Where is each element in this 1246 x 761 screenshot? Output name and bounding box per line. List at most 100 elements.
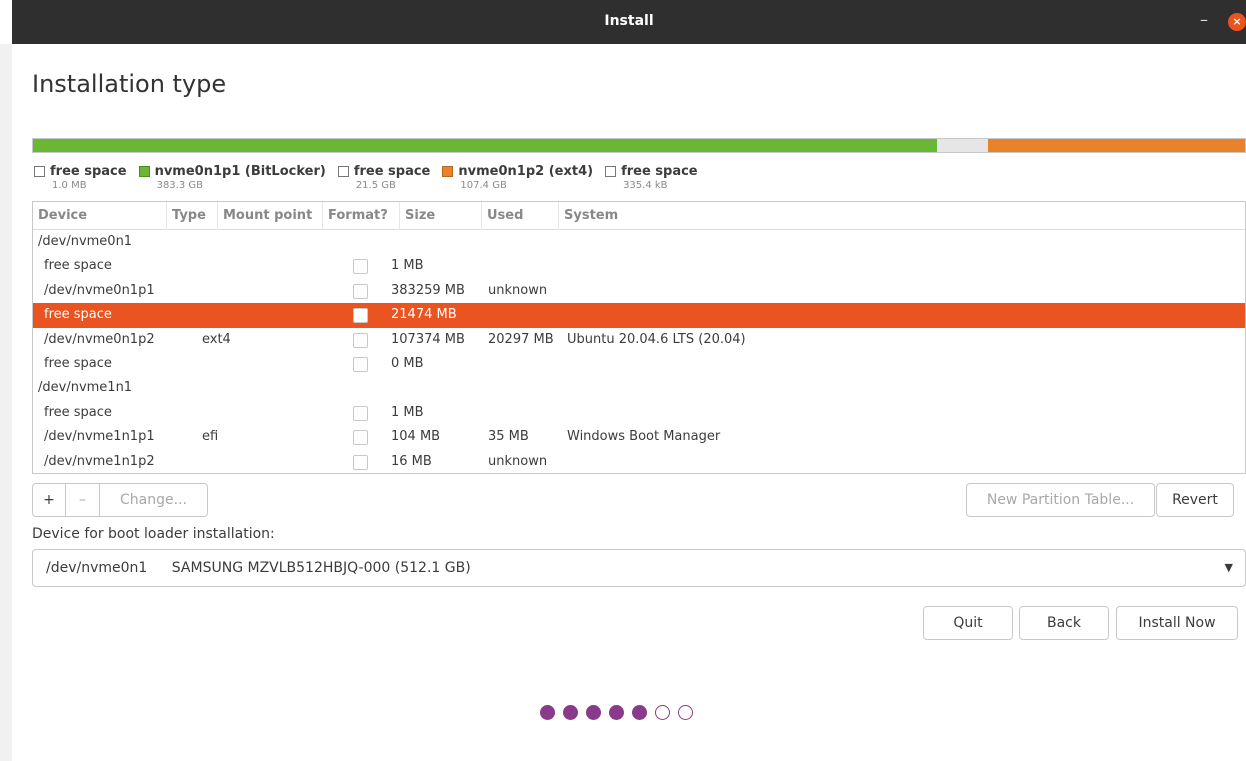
partition-legend: free space 1.0 MB nvme0n1p1 (BitLocker) 383… bbox=[34, 164, 698, 191]
table-row[interactable]: free space 1 MB bbox=[33, 254, 1245, 278]
partition-bar-segment bbox=[937, 139, 989, 152]
progress-dot bbox=[655, 705, 670, 720]
progress-dot bbox=[632, 705, 647, 720]
cell-system: Ubuntu 20.04.6 LTS (20.04) bbox=[567, 331, 746, 347]
format-checkbox[interactable] bbox=[353, 259, 368, 275]
progress-dot bbox=[540, 705, 555, 720]
cell-used: unknown bbox=[488, 282, 548, 298]
legend-size: 107.4 GB bbox=[460, 180, 507, 191]
quit-button[interactable]: Quit bbox=[923, 606, 1013, 640]
boot-loader-device: /dev/nvme0n1 bbox=[46, 560, 148, 576]
legend-size: 335.4 kB bbox=[623, 180, 668, 191]
cell-type: ext4 bbox=[202, 331, 231, 347]
column-header[interactable]: System bbox=[559, 202, 759, 230]
install-now-button[interactable]: Install Now bbox=[1116, 606, 1238, 640]
cell-size: 104 MB bbox=[391, 429, 441, 445]
format-checkbox[interactable] bbox=[353, 283, 368, 299]
legend-item: free space 1.0 MB bbox=[34, 164, 127, 191]
legend-label: nvme0n1p1 (BitLocker) bbox=[154, 164, 326, 179]
legend-swatch bbox=[442, 166, 454, 177]
window-title: Install bbox=[604, 13, 654, 29]
table-row[interactable]: free space 21474 MB bbox=[33, 303, 1245, 328]
table-row[interactable]: /dev/nvme1n1 bbox=[33, 376, 1245, 400]
partition-edit-buttons: + – Change... bbox=[32, 483, 208, 517]
progress-dot bbox=[563, 705, 578, 720]
partition-bar-segment bbox=[33, 139, 938, 152]
table-row[interactable]: /dev/nvme0n1p2 ext4 107374 MB 20297 MB Ubunt… bbox=[33, 328, 1245, 352]
remove-partition-button[interactable]: – bbox=[66, 484, 100, 516]
left-edge-strip bbox=[0, 44, 12, 761]
format-checkbox[interactable] bbox=[353, 405, 368, 421]
format-checkbox[interactable] bbox=[353, 332, 368, 348]
cell-used: 35 MB bbox=[488, 429, 529, 445]
format-checkbox[interactable] bbox=[353, 430, 368, 446]
cell-used: unknown bbox=[488, 453, 548, 469]
partition-table: Device Type Mount point Format? Size Used Syst… bbox=[32, 201, 1246, 474]
table-row[interactable]: /dev/nvme1n1p1 efi 104 MB 35 MB Windows Boot… bbox=[33, 425, 1245, 449]
table-body: /dev/nvme0n1 free space 1 MB/dev/nvme0n1p1… bbox=[33, 230, 1245, 474]
table-header: Device Type Mount point Format? Size Used Syst… bbox=[33, 202, 1245, 230]
column-header[interactable]: Device bbox=[33, 202, 167, 230]
legend-item: free space 21.5 GB bbox=[337, 164, 431, 191]
cell-device: free space bbox=[44, 258, 112, 274]
cell-type: efi bbox=[202, 429, 219, 445]
legend-label: nvme0n1p2 (ext4) bbox=[458, 164, 594, 179]
cell-device: /dev/nvme1n1p1 bbox=[44, 429, 155, 445]
cell-device: /dev/nvme1n1 bbox=[38, 380, 133, 396]
legend-swatch bbox=[34, 166, 45, 177]
revert-button[interactable]: Revert bbox=[1156, 483, 1234, 517]
table-row[interactable]: /dev/nvme0n1 bbox=[33, 230, 1245, 254]
title-bar: Install – × bbox=[12, 0, 1246, 44]
legend-label: free space bbox=[621, 164, 698, 179]
cell-size: 1 MB bbox=[391, 404, 424, 420]
partition-usage-bar bbox=[32, 138, 1246, 153]
cell-device: /dev/nvme0n1p1 bbox=[44, 282, 155, 298]
table-row[interactable]: /dev/nvme1n1p2 16 MB unknown bbox=[33, 450, 1245, 474]
format-checkbox[interactable] bbox=[353, 356, 368, 372]
back-button[interactable]: Back bbox=[1019, 606, 1109, 640]
format-checkbox[interactable] bbox=[353, 308, 368, 324]
legend-size: 383.3 GB bbox=[156, 180, 203, 191]
column-header[interactable]: Mount point bbox=[218, 202, 323, 230]
change-partition-button[interactable]: Change... bbox=[100, 484, 207, 516]
boot-loader-device-select[interactable]: /dev/nvme0n1 SAMSUNG MZVLB512HBJQ-000 (5… bbox=[32, 549, 1246, 587]
new-partition-table-button[interactable]: New Partition Table... bbox=[966, 483, 1155, 517]
legend-swatch bbox=[605, 166, 617, 177]
progress-dot bbox=[678, 705, 693, 720]
table-row[interactable]: free space 0 MB bbox=[33, 352, 1245, 376]
column-header[interactable]: Size bbox=[400, 202, 482, 230]
cell-size: 1 MB bbox=[391, 258, 424, 274]
cell-used: 20297 MB bbox=[488, 331, 554, 347]
cell-size: 21474 MB bbox=[391, 307, 457, 323]
dropdown-arrow-icon: ▼ bbox=[1224, 561, 1233, 574]
progress-dots bbox=[540, 705, 693, 720]
page-title: Installation type bbox=[32, 70, 227, 98]
column-header[interactable]: Type bbox=[167, 202, 218, 230]
legend-size: 1.0 MB bbox=[52, 180, 87, 191]
cell-size: 0 MB bbox=[391, 355, 424, 371]
installer-window: Install – × Installation type free space… bbox=[12, 0, 1246, 761]
cell-size: 16 MB bbox=[391, 453, 432, 469]
cell-size: 107374 MB bbox=[391, 331, 465, 347]
legend-item: free space 335.4 kB bbox=[605, 164, 698, 191]
partition-bar-segment bbox=[988, 139, 1245, 152]
legend-item: nvme0n1p1 (BitLocker) 383.3 GB bbox=[138, 164, 326, 191]
add-partition-button[interactable]: + bbox=[33, 484, 66, 516]
cell-device: free space bbox=[44, 307, 112, 323]
legend-swatch bbox=[337, 166, 349, 177]
table-row[interactable]: /dev/nvme0n1p1 383259 MB unknown bbox=[33, 279, 1245, 303]
format-checkbox[interactable] bbox=[353, 454, 368, 470]
column-header[interactable]: Format? bbox=[323, 202, 400, 230]
legend-label: free space bbox=[50, 164, 127, 179]
table-row[interactable]: free space 1 MB bbox=[33, 401, 1245, 425]
minimize-button[interactable]: – bbox=[1200, 10, 1208, 29]
legend-label: free space bbox=[353, 164, 431, 179]
column-header[interactable]: Used bbox=[482, 202, 559, 230]
cell-device: /dev/nvme0n1 bbox=[38, 234, 133, 249]
close-button[interactable]: × bbox=[1228, 13, 1246, 31]
boot-loader-label: Device for boot loader installation: bbox=[32, 526, 275, 542]
cell-device: free space bbox=[44, 355, 112, 371]
boot-loader-device-description: SAMSUNG MZVLB512HBJQ-000 (512.1 GB) bbox=[171, 560, 471, 576]
legend-size: 21.5 GB bbox=[355, 180, 396, 191]
cell-device: free space bbox=[44, 404, 112, 420]
